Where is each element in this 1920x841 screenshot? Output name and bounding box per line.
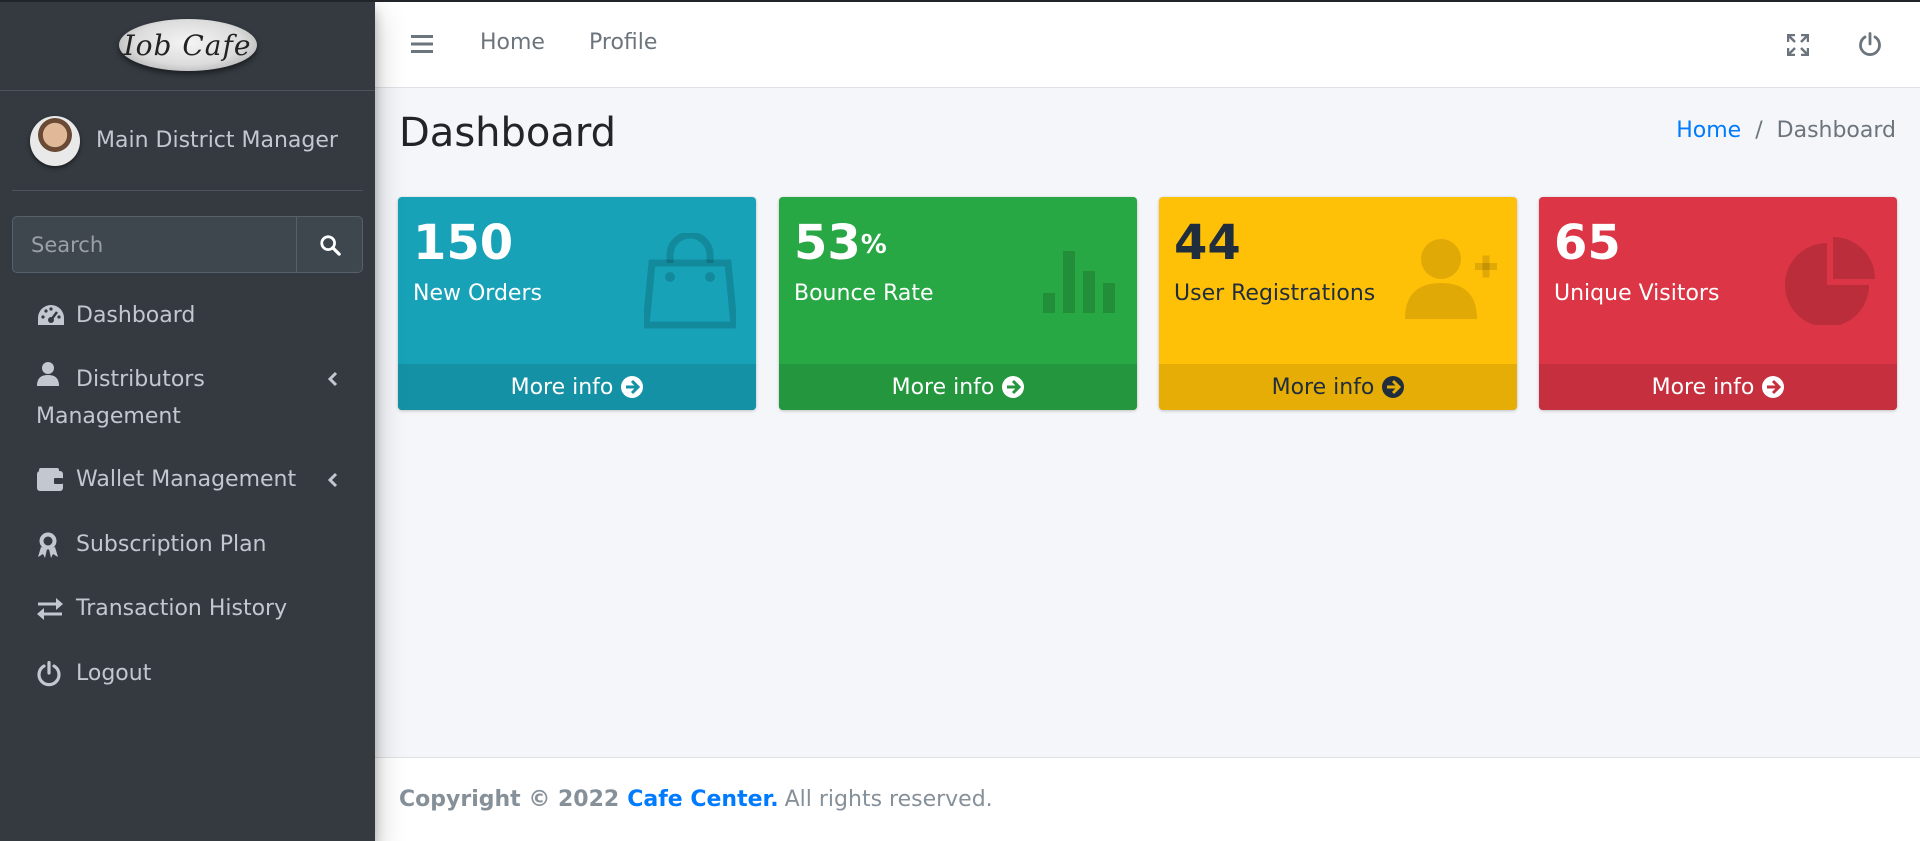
bar-chart-icon	[1041, 243, 1117, 317]
breadcrumb-current: Dashboard	[1776, 118, 1896, 143]
more-info-label: More info	[1651, 374, 1755, 400]
search-button[interactable]	[296, 216, 363, 273]
brand-logo[interactable]: Iob Cafe	[118, 19, 257, 71]
search-icon	[319, 234, 341, 256]
sidebar-item-transaction-history[interactable]: Transaction History	[0, 594, 375, 624]
rights-text: All rights reserved.	[784, 787, 993, 812]
stat-number: 44	[1174, 215, 1241, 271]
more-info-link[interactable]: More info	[1539, 364, 1897, 410]
more-info-link[interactable]: More info	[398, 364, 756, 410]
arrow-circle-right-icon	[1762, 376, 1785, 398]
sidebar: Iob Cafe Main District Manager Search Da…	[0, 0, 375, 841]
breadcrumb: Home / Dashboard	[1676, 118, 1896, 143]
power-icon	[36, 659, 76, 689]
page-title: Dashboard	[399, 110, 617, 156]
more-info-label: More info	[510, 374, 614, 400]
main-footer: Copyright © 2022 Cafe Center. All rights…	[375, 757, 1920, 841]
sidebar-item-subscription-plan[interactable]: Subscription Plan	[0, 530, 375, 560]
top-border	[0, 0, 1920, 2]
wallet-icon	[36, 465, 76, 495]
stat-number: 150	[413, 215, 514, 271]
sidebar-item-label: Distributors Management	[36, 361, 276, 435]
fullscreen-icon[interactable]	[1786, 33, 1810, 60]
nav-link-home[interactable]: Home	[480, 30, 545, 55]
stat-number: 53	[794, 215, 861, 271]
copyright-text: Copyright © 2022	[399, 787, 620, 812]
award-icon	[36, 530, 76, 560]
power-icon[interactable]	[1858, 32, 1882, 62]
breadcrumb-separator: /	[1755, 118, 1763, 143]
stat-box-inner: 65 Unique Visitors	[1539, 197, 1897, 364]
sidebar-item-label: Dashboard	[76, 303, 196, 328]
search-input[interactable]	[12, 216, 296, 273]
exchange-icon	[36, 594, 76, 624]
chevron-left-icon	[327, 465, 339, 495]
stat-box-inner: 53% Bounce Rate	[779, 197, 1137, 364]
chevron-left-icon	[327, 364, 339, 394]
top-navbar: Home Profile	[375, 2, 1920, 88]
more-info-link[interactable]: More info	[779, 364, 1137, 410]
stat-number: 65	[1554, 215, 1621, 271]
brand[interactable]: Iob Cafe	[0, 0, 375, 91]
tachometer-icon	[36, 301, 76, 331]
user-panel: Main District Manager	[12, 91, 363, 191]
sidebar-item-label: Transaction History	[76, 596, 288, 621]
breadcrumb-home-link[interactable]: Home	[1676, 118, 1741, 143]
hamburger-icon[interactable]	[411, 34, 433, 58]
sidebar-item-logout[interactable]: Logout	[0, 659, 375, 689]
sidebar-item-label: Wallet Management	[76, 467, 297, 492]
stat-box-bounce-rate: 53% Bounce Rate More info	[779, 197, 1137, 410]
sidebar-item-distributors-management[interactable]: Distributors Management	[0, 361, 375, 435]
stat-box-inner: 150 New Orders	[398, 197, 756, 364]
user-icon	[36, 361, 76, 399]
more-info-label: More info	[1271, 374, 1375, 400]
sidebar-item-label: Subscription Plan	[76, 532, 267, 557]
sidebar-item-label: Logout	[76, 661, 152, 686]
arrow-circle-right-icon	[621, 376, 644, 398]
sidebar-item-wallet-management[interactable]: Wallet Management	[0, 465, 375, 495]
more-info-label: More info	[891, 374, 995, 400]
pie-chart-icon	[1785, 235, 1877, 329]
stat-box-user-registrations: 44 User Registrations More info	[1159, 197, 1517, 410]
stat-suffix: %	[860, 230, 887, 260]
sidebar-search	[12, 216, 363, 273]
company-link[interactable]: Cafe Center.	[627, 787, 778, 812]
stat-box-inner: 44 User Registrations	[1159, 197, 1517, 364]
nav-link-profile[interactable]: Profile	[589, 30, 657, 55]
brand-logo-text: Iob Cafe	[123, 28, 252, 62]
stat-box-new-orders: 150 New Orders More info	[398, 197, 756, 410]
sidebar-item-dashboard[interactable]: Dashboard	[0, 301, 375, 331]
arrow-circle-right-icon	[1002, 376, 1025, 398]
shopping-bag-icon	[642, 231, 738, 333]
arrow-circle-right-icon	[1382, 376, 1405, 398]
avatar[interactable]	[30, 115, 80, 166]
user-name[interactable]: Main District Manager	[96, 128, 338, 153]
more-info-link[interactable]: More info	[1159, 364, 1517, 410]
stat-box-unique-visitors: 65 Unique Visitors More info	[1539, 197, 1897, 410]
user-plus-icon	[1401, 237, 1497, 323]
